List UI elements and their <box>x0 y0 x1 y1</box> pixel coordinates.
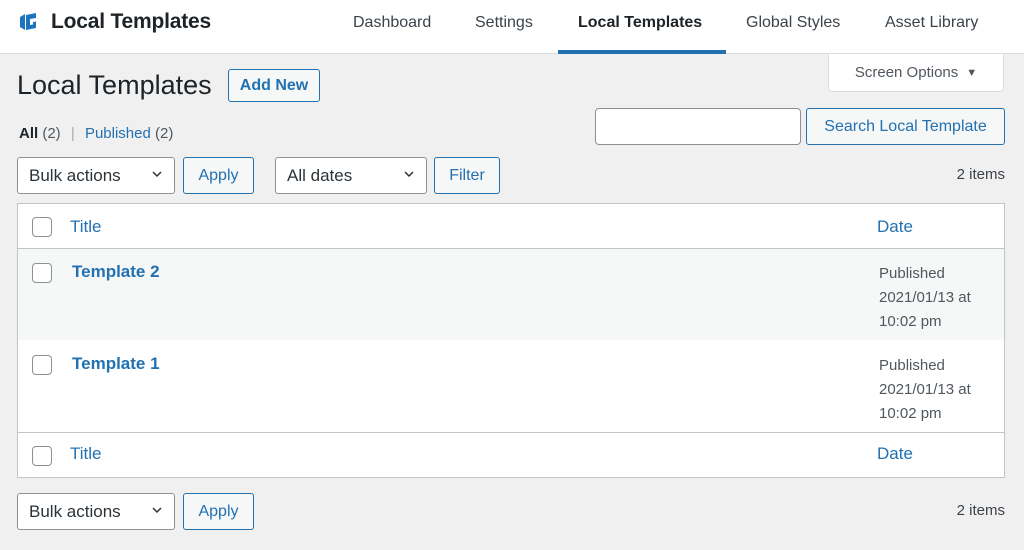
bulk-actions-value: Bulk actions <box>29 501 121 521</box>
nav-asset-library[interactable]: Asset Library <box>885 14 978 32</box>
row-status: Published <box>879 265 945 282</box>
active-tab-indicator <box>558 50 726 54</box>
chevron-down-icon <box>152 171 162 178</box>
filter-button[interactable]: Filter <box>434 157 500 194</box>
column-date-header[interactable]: Date <box>877 217 913 237</box>
row-title-link[interactable]: Template 2 <box>72 262 160 282</box>
page-title: Local Templates <box>17 70 212 100</box>
dates-value: All dates <box>287 165 353 185</box>
table-header: Title Date <box>18 204 1004 249</box>
dates-select[interactable]: All dates <box>275 157 427 194</box>
view-all-count: (2) <box>42 125 61 142</box>
add-new-button[interactable]: Add New <box>228 69 320 102</box>
row-date: Published 2021/01/13 at 10:02 pm <box>879 354 999 426</box>
view-published-count: (2) <box>155 125 174 142</box>
row-checkbox[interactable] <box>32 263 52 283</box>
items-count-bottom: 2 items <box>956 502 1005 519</box>
search-input[interactable] <box>595 108 801 145</box>
top-bar: Local Templates Dashboard Settings Local… <box>0 0 1024 54</box>
view-published-link[interactable]: Published <box>85 125 151 142</box>
brand: Local Templates <box>17 10 211 34</box>
nav-dashboard[interactable]: Dashboard <box>353 14 431 32</box>
row-time-value: 10:02 pm <box>879 405 942 422</box>
row-time-value: 10:02 pm <box>879 313 942 330</box>
nav-settings[interactable]: Settings <box>475 14 533 32</box>
brand-logo-icon <box>20 13 36 30</box>
row-checkbox[interactable] <box>32 355 52 375</box>
row-title-link[interactable]: Template 1 <box>72 354 160 374</box>
chevron-down-icon <box>404 171 414 178</box>
select-all-checkbox-footer[interactable] <box>32 446 52 466</box>
items-count-top: 2 items <box>956 166 1005 183</box>
apply-button-top[interactable]: Apply <box>183 157 254 194</box>
table-row: Template 2 Published 2021/01/13 at 10:02… <box>18 249 1004 340</box>
column-title-header[interactable]: Title <box>70 217 102 237</box>
table-footer: Title Date <box>18 432 1004 477</box>
table-row: Template 1 Published 2021/01/13 at 10:02… <box>18 341 1004 432</box>
search-button[interactable]: Search Local Template <box>806 108 1005 145</box>
brand-title: Local Templates <box>51 10 211 33</box>
apply-button-bottom[interactable]: Apply <box>183 493 254 530</box>
row-date-value: 2021/01/13 at <box>879 289 971 306</box>
bulk-actions-value: Bulk actions <box>29 165 121 185</box>
bulk-actions-select-bottom[interactable]: Bulk actions <box>17 493 175 530</box>
screen-options-button[interactable]: Screen Options ▼ <box>828 54 1004 92</box>
view-separator: | <box>70 125 75 142</box>
row-date: Published 2021/01/13 at 10:02 pm <box>879 262 999 334</box>
chevron-down-icon <box>152 507 162 514</box>
nav-global-styles[interactable]: Global Styles <box>746 14 840 32</box>
select-all-checkbox[interactable] <box>32 217 52 237</box>
row-status: Published <box>879 357 945 374</box>
row-date-value: 2021/01/13 at <box>879 381 971 398</box>
screen-options-label: Screen Options <box>854 64 959 81</box>
column-date-footer[interactable]: Date <box>877 444 913 464</box>
column-title-footer[interactable]: Title <box>70 444 102 464</box>
view-filters: All (2) | Published (2) <box>19 125 173 142</box>
view-all-link[interactable]: All <box>19 125 38 142</box>
templates-table: Title Date Template 2 Published 2021/01/… <box>17 203 1005 478</box>
nav-local-templates[interactable]: Local Templates <box>578 14 702 32</box>
triangle-down-icon: ▼ <box>966 66 978 79</box>
bulk-actions-select-top[interactable]: Bulk actions <box>17 157 175 194</box>
